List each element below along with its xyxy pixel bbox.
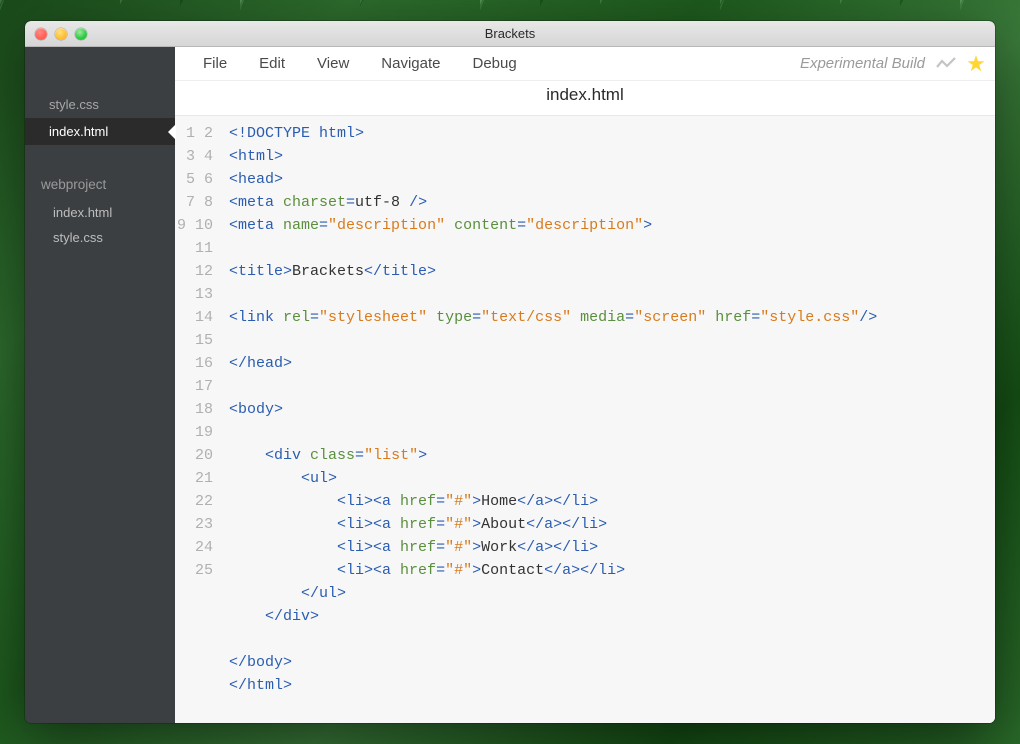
menu-file[interactable]: File: [187, 55, 243, 72]
menubar: File Edit View Navigate Debug Experiment…: [175, 47, 995, 81]
line-gutter: 1 2 3 4 5 6 7 8 9 10 11 12 13 14 15 16 1…: [175, 116, 225, 723]
experimental-build-label: Experimental Build: [800, 55, 935, 72]
file-label: style.css: [53, 230, 103, 245]
file-label: index.html: [53, 205, 112, 220]
menu-edit[interactable]: Edit: [243, 55, 301, 72]
open-file-name: index.html: [175, 81, 995, 115]
live-preview-icon[interactable]: [935, 53, 957, 75]
file-label: index.html: [49, 124, 108, 139]
project-file-item[interactable]: style.css: [25, 225, 175, 250]
sidebar: style.css index.html webproject index.ht…: [25, 47, 175, 723]
window-controls: [25, 28, 87, 40]
close-icon[interactable]: [35, 28, 47, 40]
window-title: Brackets: [25, 26, 995, 41]
star-icon[interactable]: ★: [965, 53, 987, 75]
working-files: style.css index.html: [25, 91, 175, 145]
menu-navigate[interactable]: Navigate: [365, 55, 456, 72]
menu-view[interactable]: View: [301, 55, 365, 72]
app-window: Brackets style.css index.html webproject…: [25, 21, 995, 723]
code-area[interactable]: <!DOCTYPE html> <html> <head> <meta char…: [225, 116, 995, 723]
minimize-icon[interactable]: [55, 28, 67, 40]
project-name[interactable]: webproject: [25, 173, 175, 200]
window-body: style.css index.html webproject index.ht…: [25, 47, 995, 723]
project-file-item[interactable]: index.html: [25, 200, 175, 225]
menu-debug[interactable]: Debug: [456, 55, 532, 72]
main-panel: File Edit View Navigate Debug Experiment…: [175, 47, 995, 723]
file-label: style.css: [49, 97, 99, 112]
code-editor[interactable]: 1 2 3 4 5 6 7 8 9 10 11 12 13 14 15 16 1…: [175, 115, 995, 723]
working-file-item[interactable]: style.css: [25, 91, 175, 118]
titlebar[interactable]: Brackets: [25, 21, 995, 47]
project-tree: webproject index.html style.css: [25, 173, 175, 250]
working-file-item[interactable]: index.html: [25, 118, 175, 145]
zoom-icon[interactable]: [75, 28, 87, 40]
